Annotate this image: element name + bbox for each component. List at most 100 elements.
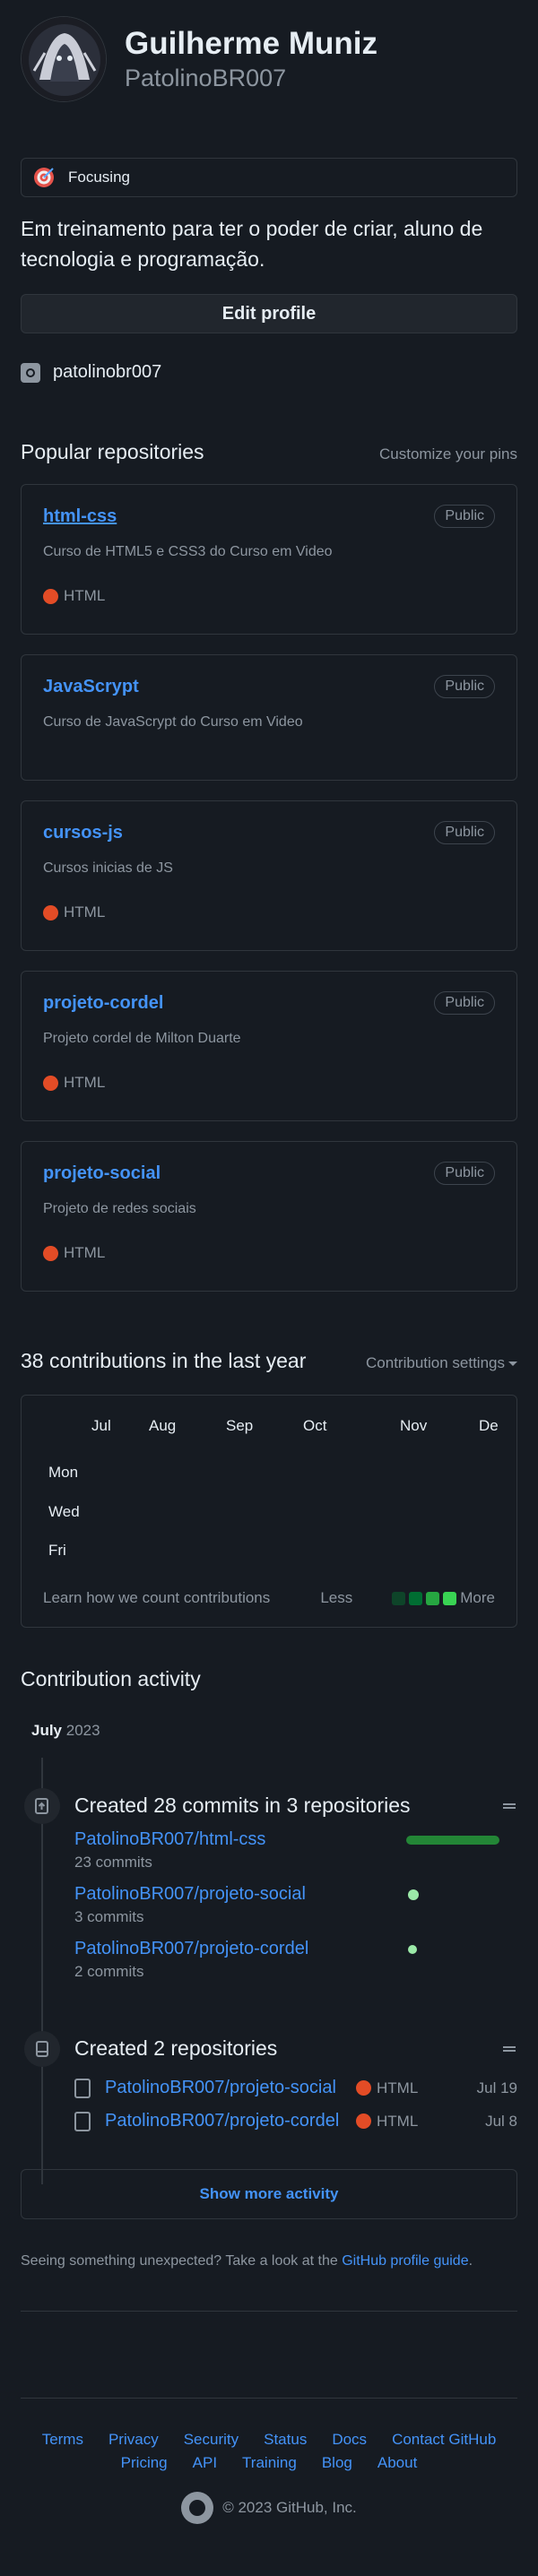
footer-link-privacy[interactable]: Privacy: [108, 2431, 159, 2449]
commit-count[interactable]: 2 commits: [74, 1963, 517, 1981]
commit-repo-link[interactable]: PatolinoBR007/projeto-social: [74, 1884, 306, 1905]
repo-description: Cursos inicias de JS: [43, 860, 173, 876]
repo-icon: [24, 2031, 60, 2067]
repo-description: Projeto de redes sociais: [43, 1201, 196, 1216]
created-repo-link[interactable]: PatolinoBR007/projeto-cordel: [105, 2111, 356, 2131]
legend-more: More: [460, 1589, 495, 1606]
language-color-dot: [43, 588, 58, 604]
commit-repo-link[interactable]: PatolinoBR007/html-css: [74, 1829, 265, 1850]
repo-description: Curso de JavaScrypt do Curso em Video: [43, 714, 303, 730]
day-label: Mon: [48, 1464, 79, 1481]
footer-link-status[interactable]: Status: [264, 2431, 307, 2449]
repo-language: HTML: [43, 1244, 495, 1262]
github-logo-icon[interactable]: [181, 2492, 214, 2524]
repo-description: Curso de HTML5 e CSS3 do Curso em Video: [43, 544, 333, 559]
day-label: Fri: [48, 1542, 66, 1559]
footer-link-docs[interactable]: Docs: [332, 2431, 367, 2449]
repo-card: JavaScrypt Public Curso de JavaScrypt do…: [21, 654, 517, 781]
status-button[interactable]: Focusing: [21, 158, 517, 197]
contribution-graph: Jul Aug Sep Oct Nov De Mon Wed Fri Learn…: [21, 1395, 517, 1628]
profile-guide-link[interactable]: GitHub profile guide: [342, 2253, 468, 2269]
visibility-badge: Public: [434, 505, 495, 528]
legend-square: [392, 1591, 406, 1605]
avatar[interactable]: [21, 16, 107, 102]
footer-divider-top: [21, 2311, 517, 2312]
created-repo-row: PatolinoBR007/projeto-social HTML Jul 19: [74, 2078, 517, 2098]
social-account[interactable]: patolinobr007: [21, 362, 517, 383]
language-color-dot: [43, 1245, 58, 1261]
activity-month-name: July: [31, 1722, 63, 1739]
legend-square: [426, 1591, 440, 1605]
created-repos-activity: Created 2 repositories PatolinoBR007/pro…: [21, 2031, 517, 2131]
repo-card: projeto-cordel Public Projeto cordel de …: [21, 971, 517, 1121]
language-color-dot: [43, 904, 58, 921]
language-color-dot: [356, 2080, 371, 2096]
repo-description: Projeto cordel de Milton Duarte: [43, 1031, 241, 1046]
repo-language: HTML: [356, 2079, 464, 2097]
repo-language: HTML: [43, 903, 495, 921]
month-label: Oct: [303, 1417, 327, 1434]
fold-icon[interactable]: [501, 1795, 517, 1815]
contribution-legend: Less More: [320, 1589, 495, 1607]
commits-title: Created 28 commits in 3 repositories: [74, 1794, 411, 1817]
footer-link-blog[interactable]: Blog: [322, 2454, 352, 2472]
created-date: Jul 19: [476, 2079, 517, 2096]
commit-repo-link[interactable]: PatolinoBR007/projeto-cordel: [74, 1939, 308, 1959]
learn-contributions-link[interactable]: Learn how we count contributions: [43, 1589, 270, 1607]
repo-icon: [74, 2078, 91, 2098]
footer-link-training[interactable]: Training: [242, 2454, 297, 2472]
visibility-badge: Public: [434, 675, 495, 698]
created-date: Jul 8: [485, 2112, 517, 2130]
popular-repos-title: Popular repositories: [21, 440, 204, 463]
profile-login: PatolinoBR007: [125, 65, 287, 91]
footer-link-pricing[interactable]: Pricing: [121, 2454, 168, 2472]
repo-card: cursos-js Public Cursos inicias de JS HT…: [21, 800, 517, 951]
commit-count[interactable]: 23 commits: [74, 1854, 517, 1871]
unexpected-note: Seeing something unexpected? Take a look…: [21, 2253, 517, 2269]
social-handle[interactable]: patolinobr007: [53, 362, 161, 383]
footer-links: Terms Privacy Security Status Docs Conta…: [36, 2431, 502, 2472]
profile-bio: Em treinamento para ter o poder de criar…: [21, 217, 483, 271]
repo-language: HTML: [43, 1074, 495, 1092]
commit-bar: [408, 1889, 419, 1900]
show-more-activity-button[interactable]: Show more activity: [21, 2169, 517, 2219]
legend-less: Less: [320, 1589, 353, 1606]
footer-link-terms[interactable]: Terms: [42, 2431, 83, 2449]
repo-link[interactable]: JavaScrypt: [43, 677, 139, 697]
repo-link[interactable]: cursos-js: [43, 823, 123, 843]
commit-bar: [408, 1944, 417, 1954]
repo-icon: [74, 2111, 91, 2131]
repo-language: HTML: [43, 587, 495, 605]
day-label: Wed: [48, 1503, 80, 1520]
copyright-text: © 2023 GitHub, Inc.: [222, 2499, 357, 2516]
repo-language-label: HTML: [64, 1074, 106, 1091]
repo-push-icon: [24, 1788, 60, 1824]
repo-link[interactable]: projeto-cordel: [43, 993, 163, 1014]
profile-fullname: Guilherme Muniz: [125, 26, 377, 61]
instagram-icon: [21, 362, 40, 383]
contribution-settings-label: Contribution settings: [366, 1354, 505, 1371]
repo-language-label: HTML: [64, 903, 106, 921]
legend-square: [443, 1591, 457, 1605]
footer: Terms Privacy Security Status Docs Conta…: [0, 2431, 538, 2524]
repo-link[interactable]: projeto-social: [43, 1163, 161, 1184]
repo-link[interactable]: html-css: [43, 506, 117, 527]
customize-pins-link[interactable]: Customize your pins: [379, 445, 517, 463]
footer-link-contact[interactable]: Contact GitHub: [392, 2431, 496, 2449]
contribution-activity-title: Contribution activity: [21, 1667, 201, 1690]
footer-link-api[interactable]: API: [193, 2454, 217, 2472]
commit-count[interactable]: 3 commits: [74, 1908, 517, 1926]
contribution-settings-button[interactable]: Contribution settings: [366, 1354, 517, 1372]
edit-profile-button[interactable]: Edit profile: [21, 294, 517, 333]
fold-icon[interactable]: [501, 2038, 517, 2058]
activity-timeline: Created 28 commits in 3 repositories Pat…: [21, 1758, 517, 2184]
visibility-badge: Public: [434, 821, 495, 844]
unexpected-suffix: .: [468, 2253, 473, 2269]
visibility-badge: Public: [434, 991, 495, 1015]
created-repo-link[interactable]: PatolinoBR007/projeto-social: [105, 2078, 356, 2098]
footer-link-about[interactable]: About: [377, 2454, 417, 2472]
footer-link-security[interactable]: Security: [184, 2431, 239, 2449]
repo-language-label: HTML: [377, 2079, 419, 2096]
month-label: Aug: [149, 1417, 177, 1434]
month-label: Jul: [91, 1417, 111, 1434]
